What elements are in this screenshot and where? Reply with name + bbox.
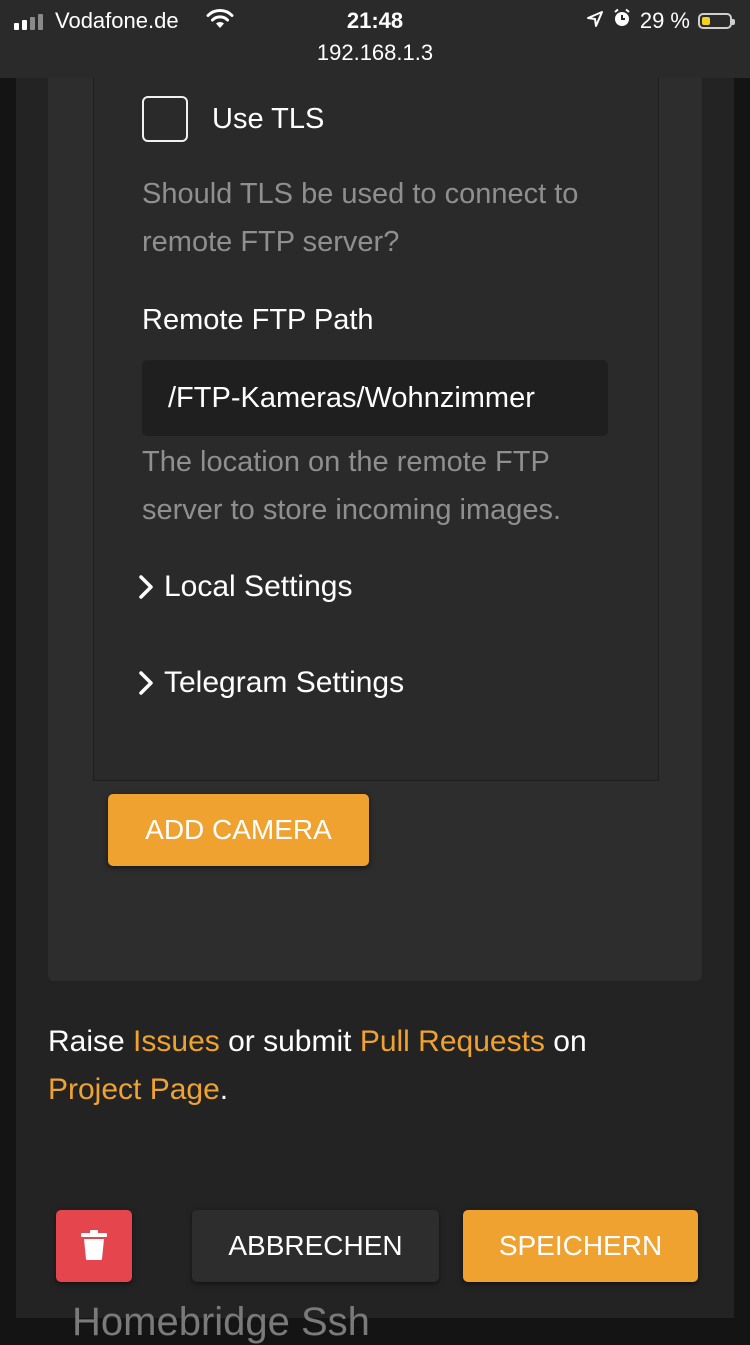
use-tls-label[interactable]: Use TLS xyxy=(212,103,324,136)
background-page-title: Homebridge Ssh xyxy=(72,1300,370,1344)
save-button[interactable]: SPEICHERN xyxy=(463,1210,698,1282)
local-settings-expander[interactable]: Local Settings xyxy=(138,570,352,604)
battery-icon xyxy=(698,13,735,29)
delete-button[interactable] xyxy=(56,1210,132,1282)
add-camera-button[interactable]: ADD CAMERA xyxy=(108,794,369,866)
cancel-button[interactable]: ABBRECHEN xyxy=(192,1210,439,1282)
status-bar: Vodafone.de 21:48 29 % 192.168.1.3 xyxy=(0,0,750,78)
address-bar-url[interactable]: 192.168.1.3 xyxy=(0,40,750,66)
remote-ftp-path-label: Remote FTP Path xyxy=(142,304,374,336)
issues-link[interactable]: Issues xyxy=(133,1025,220,1058)
chevron-right-icon xyxy=(139,575,153,599)
use-tls-row[interactable]: Use TLS xyxy=(142,96,324,142)
remote-ftp-path-input[interactable] xyxy=(142,360,608,436)
use-tls-help: Should TLS be used to connect to remote … xyxy=(142,178,579,258)
telegram-settings-label[interactable]: Telegram Settings xyxy=(164,666,404,700)
battery-percent: 29 % xyxy=(639,8,690,33)
chevron-right-icon xyxy=(139,671,153,695)
pull-requests-link[interactable]: Pull Requests xyxy=(360,1025,545,1058)
local-settings-label[interactable]: Local Settings xyxy=(164,570,352,604)
footer-text: . xyxy=(219,1073,229,1106)
footer-text: Raise xyxy=(48,1025,134,1058)
settings-card: Use TLS Should TLS be used to connect to… xyxy=(48,78,702,981)
footer-text: on xyxy=(544,1025,587,1058)
alarm-clock-icon xyxy=(612,8,632,34)
telegram-settings-expander[interactable]: Telegram Settings xyxy=(138,666,404,700)
footer-links: Raise Issues or submit Pull Requests on P… xyxy=(48,1018,688,1114)
project-page-link[interactable]: Project Page xyxy=(48,1073,220,1106)
trash-icon xyxy=(81,1229,107,1260)
use-tls-checkbox[interactable] xyxy=(142,96,188,142)
footer-text: or submit xyxy=(219,1025,360,1058)
location-arrow-icon xyxy=(586,8,604,34)
settings-page: Use TLS Should TLS be used to connect to… xyxy=(16,78,734,1318)
camera-config-panel: Use TLS Should TLS be used to connect to… xyxy=(93,78,659,781)
remote-ftp-path-help: The location on the remote FTP server to… xyxy=(142,446,562,526)
